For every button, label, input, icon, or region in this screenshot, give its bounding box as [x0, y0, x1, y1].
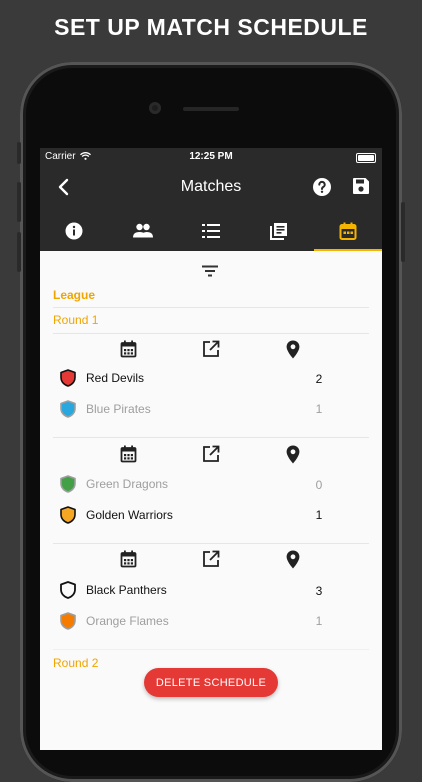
team-row[interactable]: Blue Pirates — [60, 399, 151, 419]
location-pin-icon[interactable] — [286, 550, 300, 569]
shield-icon — [60, 475, 76, 493]
library-icon — [270, 222, 288, 240]
open-in-new-icon[interactable] — [202, 340, 220, 358]
filter-icon[interactable] — [202, 265, 218, 277]
shield-icon — [60, 369, 76, 387]
phone-volume-down — [17, 232, 21, 272]
team-name: Red Devils — [86, 371, 145, 385]
divider — [53, 437, 369, 438]
calendar-icon[interactable] — [120, 340, 137, 358]
divider — [53, 543, 369, 544]
match-actions — [40, 445, 382, 465]
calendar-icon[interactable] — [120, 550, 137, 568]
team-score: 1 — [315, 508, 323, 522]
shield-icon — [60, 581, 76, 599]
team-name: Blue Pirates — [86, 402, 151, 416]
calendar-icon — [339, 222, 357, 240]
league-title: League — [53, 288, 96, 302]
team-score: 1 — [315, 614, 323, 628]
round-label: Round 2 — [53, 656, 99, 670]
phone-volume-up — [17, 182, 21, 222]
team-row[interactable]: Orange Flames — [60, 611, 169, 631]
list-icon — [202, 223, 221, 238]
calendar-icon[interactable] — [120, 445, 137, 463]
team-row[interactable]: Green Dragons — [60, 474, 168, 494]
battery-icon — [356, 153, 376, 163]
team-name: Black Panthers — [86, 583, 167, 597]
team-row[interactable]: Black Panthers — [60, 580, 167, 600]
save-icon[interactable] — [352, 177, 370, 195]
team-score: 0 — [315, 478, 323, 492]
clock: 12:25 PM — [189, 151, 233, 162]
status-bar: Carrier 12:25 PM — [40, 148, 382, 166]
people-icon — [132, 223, 153, 237]
team-name: Green Dragons — [86, 477, 169, 491]
info-icon — [65, 222, 83, 239]
shield-icon — [60, 506, 76, 524]
shield-icon — [60, 400, 76, 418]
match-actions — [40, 550, 382, 570]
front-camera — [149, 102, 161, 114]
phone-side-button — [17, 142, 21, 164]
open-in-new-icon[interactable] — [202, 550, 220, 568]
delete-schedule-button[interactable]: DELETE SCHEDULE — [144, 668, 278, 697]
phone-power-button — [401, 202, 405, 262]
tab-teams[interactable] — [108, 210, 176, 251]
help-icon[interactable] — [312, 177, 332, 197]
scroll-fade — [40, 643, 382, 657]
tab-bar — [40, 210, 382, 251]
app-bar: Matches — [40, 166, 382, 210]
team-row[interactable]: Red Devils — [60, 368, 144, 388]
tab-schedule[interactable] — [313, 210, 382, 251]
open-in-new-icon[interactable] — [202, 445, 220, 463]
app-screen: Carrier 12:25 PM Matches League Round 1 … — [40, 148, 382, 750]
shield-icon — [60, 612, 76, 630]
team-score: 1 — [315, 402, 323, 416]
location-pin-icon[interactable] — [286, 445, 300, 464]
tab-list[interactable] — [177, 210, 245, 251]
round-label: Round 1 — [53, 313, 99, 327]
divider — [53, 307, 369, 308]
team-row[interactable]: Golden Warriors — [60, 505, 173, 525]
promo-headline: SET UP MATCH SCHEDULE — [54, 14, 368, 40]
tab-library[interactable] — [245, 210, 313, 251]
team-score: 3 — [315, 584, 323, 598]
team-name: Orange Flames — [86, 614, 169, 628]
match-actions — [40, 340, 382, 360]
divider — [53, 333, 369, 334]
location-pin-icon[interactable] — [286, 340, 300, 359]
schedule-content: League Round 1 Red Devils 2 Blue Pirates… — [40, 251, 382, 750]
tab-info[interactable] — [40, 210, 108, 251]
team-score: 2 — [315, 372, 323, 386]
team-name: Golden Warriors — [86, 508, 173, 522]
earpiece-speaker — [183, 107, 239, 111]
